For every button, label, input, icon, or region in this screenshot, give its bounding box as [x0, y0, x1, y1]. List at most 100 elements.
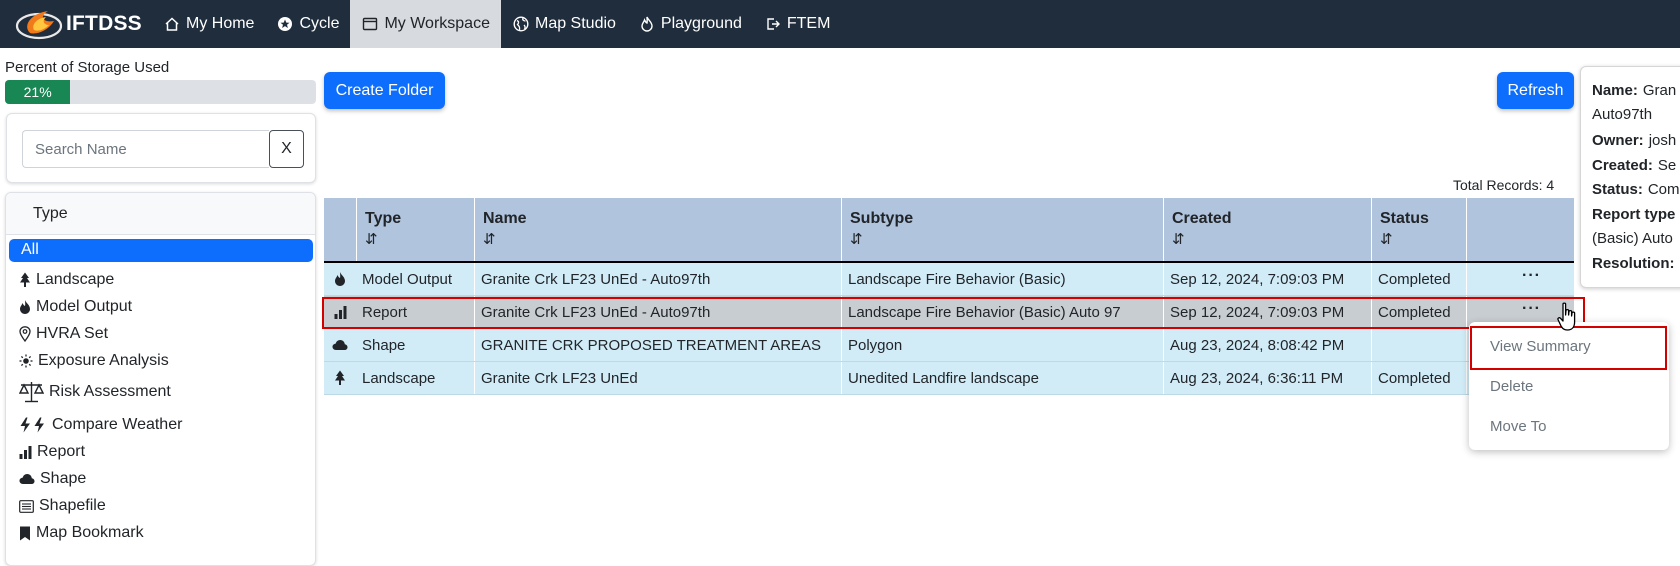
cell-created: Sep 12, 2024, 7:09:03 PM: [1163, 263, 1371, 295]
header-status[interactable]: Status ⇵: [1371, 198, 1466, 261]
table-row[interactable]: Shape GRANITE CRK PROPOSED TREATMENT ARE…: [324, 329, 1574, 362]
table-header: Type ⇵ Name ⇵ Subtype ⇵ Created ⇵ Status…: [324, 198, 1574, 263]
cell-type: Model Output: [362, 271, 453, 288]
type-label: Shapefile: [39, 497, 106, 514]
header-name[interactable]: Name ⇵: [474, 198, 841, 261]
nav-map-studio[interactable]: Map Studio: [501, 0, 627, 48]
type-filter-shapefile[interactable]: Shapefile: [19, 495, 106, 517]
type-filter-panel: Type All Landscape Model Output HVRA Set…: [5, 192, 316, 566]
header-label: Status: [1380, 210, 1429, 227]
row-menu-button[interactable]: ···: [1522, 300, 1541, 318]
table-row[interactable]: Report Granite Crk LF23 UnEd - Auto97th …: [324, 296, 1574, 329]
bar-chart-icon: [324, 296, 356, 328]
type-label: Exposure Analysis: [38, 352, 169, 369]
create-folder-button[interactable]: Create Folder: [324, 72, 445, 109]
cell-type: Landscape: [362, 370, 436, 387]
map-pin-icon: [19, 326, 31, 342]
sort-icon[interactable]: ⇵: [365, 230, 474, 248]
type-filter-compare-weather[interactable]: Compare Weather: [19, 414, 182, 436]
table-row[interactable]: Model Output Granite Crk LF23 UnEd - Aut…: [324, 263, 1574, 296]
type-filter-risk-assessment[interactable]: Risk Assessment: [19, 379, 171, 405]
sort-icon[interactable]: ⇵: [1380, 230, 1466, 248]
popover-line: Created: Se: [1592, 157, 1677, 174]
cell-name: Granite Crk LF23 UnEd - Auto97th: [474, 263, 841, 295]
cell-created: Aug 23, 2024, 6:36:11 PM: [1163, 362, 1371, 394]
header-created[interactable]: Created ⇵: [1163, 198, 1371, 261]
search-name-input[interactable]: [22, 130, 269, 168]
sort-icon[interactable]: ⇵: [850, 230, 1163, 248]
sort-icon[interactable]: ⇵: [1172, 230, 1371, 248]
popover-line: Resolution:: [1592, 255, 1675, 272]
cell-type: Report: [362, 304, 408, 321]
cycle-icon: [276, 15, 294, 33]
cell-created: Aug 23, 2024, 8:08:42 PM: [1163, 329, 1371, 361]
nav-playground[interactable]: Playground: [627, 0, 753, 48]
header-icon-column: [324, 198, 356, 261]
header-label: Created: [1172, 210, 1232, 227]
type-filter-header: Type: [6, 193, 315, 235]
type-filter-map-bookmark[interactable]: Map Bookmark: [19, 522, 144, 544]
cell-status: Completed: [1371, 296, 1466, 328]
type-filter-exposure-analysis[interactable]: Exposure Analysis: [19, 350, 169, 372]
popover-line: Auto97th: [1592, 106, 1653, 123]
type-label: HVRA Set: [36, 325, 109, 342]
search-clear-button[interactable]: X: [269, 130, 304, 168]
type-label: Report: [37, 443, 86, 460]
nav-label: My Home: [186, 15, 255, 32]
nav-label: Playground: [660, 15, 742, 32]
type-label: Compare Weather: [52, 416, 183, 433]
bookmark-icon: [19, 526, 31, 541]
nav-label: Map Studio: [534, 15, 616, 32]
brand-name: IFTDSS: [66, 12, 142, 35]
header-actions: [1466, 198, 1574, 261]
cell-subtype: Landscape Fire Behavior (Basic) Auto 97: [841, 296, 1163, 328]
type-filter-landscape[interactable]: Landscape: [19, 269, 114, 291]
hand-pointer-cursor-icon: [1557, 302, 1576, 331]
nav-label: Cycle: [299, 15, 340, 32]
menu-view-summary[interactable]: View Summary: [1490, 338, 1591, 355]
header-subtype[interactable]: Subtype ⇵: [841, 198, 1163, 261]
cell-subtype: Polygon: [841, 329, 1163, 361]
brand-logo[interactable]: IFTDSS: [0, 0, 152, 48]
storage-label: Percent of Storage Used: [5, 59, 170, 76]
type-filter-model-output[interactable]: Model Output: [19, 296, 132, 318]
nav-cycle[interactable]: Cycle: [265, 0, 350, 48]
popover-line: Name: Gran: [1592, 82, 1677, 99]
flame-swirl-logo-icon: [15, 11, 63, 40]
type-filter-hvra-set[interactable]: HVRA Set: [19, 323, 108, 345]
header-type[interactable]: Type ⇵: [356, 198, 474, 261]
popover-line: Owner: josh: [1592, 132, 1677, 149]
type-filter-all[interactable]: All: [9, 239, 313, 262]
cell-name: Granite Crk LF23 UnEd - Auto97th: [474, 296, 841, 328]
type-label: Map Bookmark: [36, 524, 144, 541]
row-action-menu: View Summary Delete Move To: [1469, 322, 1669, 450]
storage-progress-bar: 21%: [5, 80, 316, 104]
type-label: Risk Assessment: [49, 383, 171, 400]
type-filter-shape[interactable]: Shape: [19, 468, 86, 490]
cell-status: Completed: [1371, 362, 1466, 394]
list-icon: [19, 499, 34, 513]
cloud-icon: [324, 329, 356, 361]
window-icon: [361, 15, 379, 33]
cell-name: GRANITE CRK PROPOSED TREATMENT AREAS: [474, 329, 841, 361]
type-filter-report[interactable]: Report: [19, 441, 85, 463]
nav-my-workspace[interactable]: My Workspace: [350, 0, 501, 48]
tree-icon: [19, 272, 31, 288]
storage-progress-fill: 21%: [5, 80, 71, 104]
nav-my-home[interactable]: My Home: [152, 0, 265, 48]
menu-move-to[interactable]: Move To: [1490, 418, 1546, 435]
table-row[interactable]: Landscape Granite Crk LF23 UnEd Unedited…: [324, 362, 1574, 395]
cell-created: Sep 12, 2024, 7:09:03 PM: [1163, 296, 1371, 328]
sort-icon[interactable]: ⇵: [483, 230, 841, 248]
lightning-icon: [19, 417, 47, 433]
fire-icon: [19, 299, 31, 315]
row-menu-button[interactable]: ···: [1522, 267, 1541, 285]
nav-ftem[interactable]: FTEM: [753, 0, 842, 48]
popover-line: Status: Com: [1592, 181, 1680, 198]
popover-line: (Basic) Auto: [1592, 230, 1673, 247]
nav-label: My Workspace: [384, 15, 490, 32]
cell-status: Completed: [1371, 263, 1466, 295]
exit-icon: [764, 15, 782, 33]
refresh-button[interactable]: Refresh: [1497, 72, 1574, 109]
menu-delete[interactable]: Delete: [1490, 378, 1533, 395]
